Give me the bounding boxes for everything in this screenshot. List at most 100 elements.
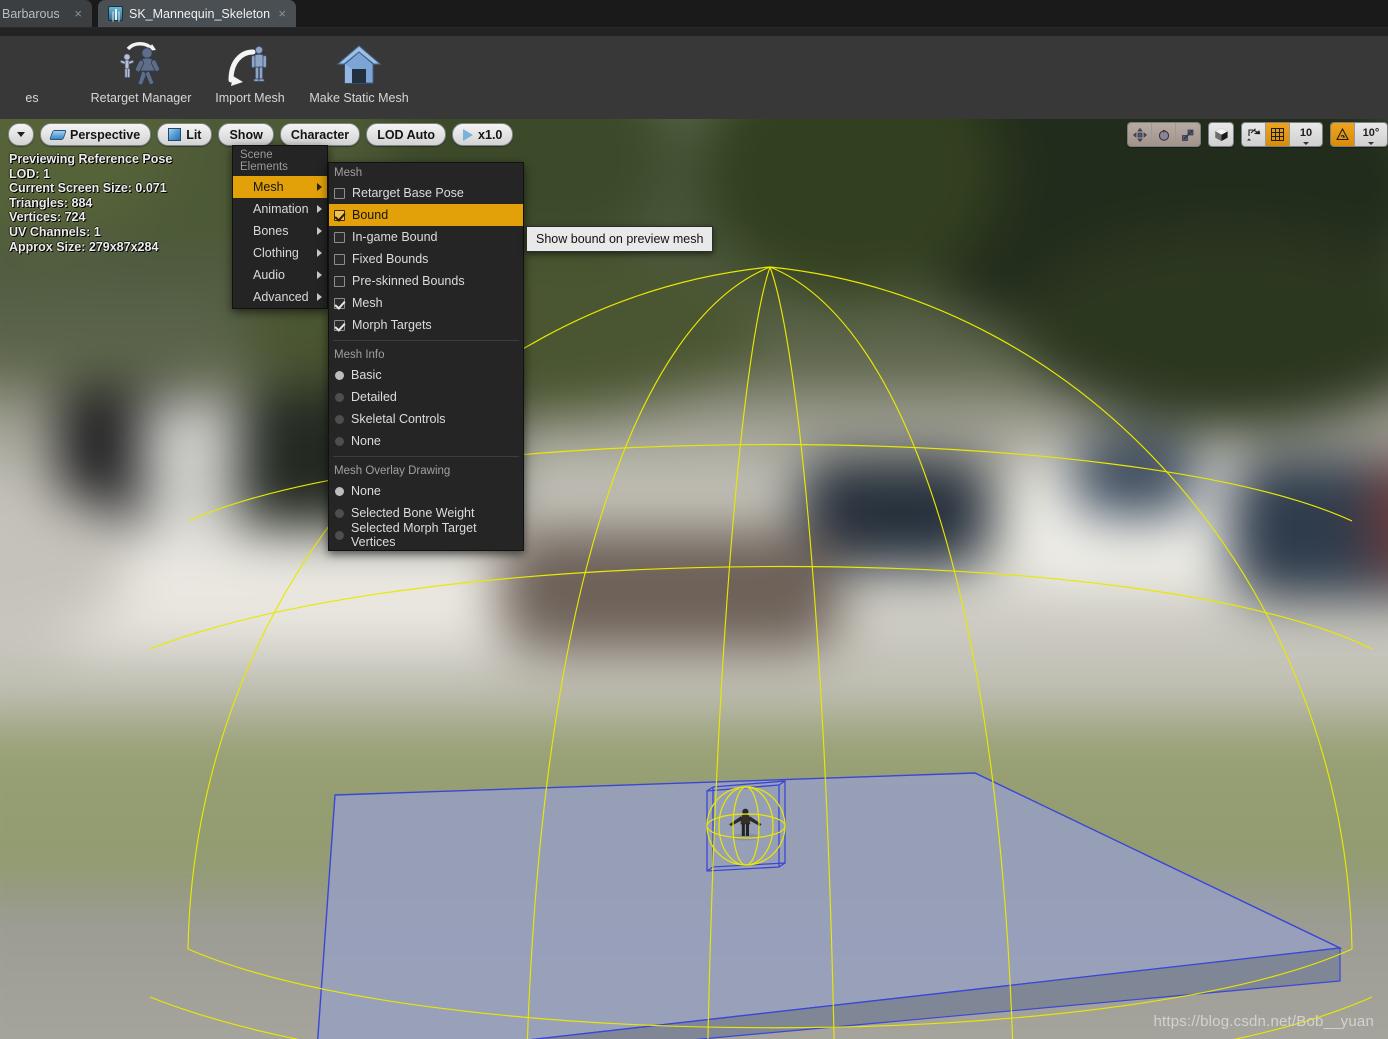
radio-label: Detailed (351, 390, 397, 404)
menu-separator (333, 340, 519, 341)
checkbox-icon (334, 275, 345, 287)
watermark-text: https://blog.csdn.net/Bob__yuan (1153, 1013, 1374, 1030)
main-toolbar: es Retarget Manager Import Mesh Make Sta… (0, 27, 1388, 119)
radio-mesh-info-skeletal-controls[interactable]: Skeletal Controls (329, 408, 523, 430)
chevron-right-icon (317, 227, 322, 235)
menu-item-animation[interactable]: Animation (233, 198, 327, 220)
tab-label: SK_Mannequin_Skeleton (129, 6, 271, 21)
toolbar-top-strip (0, 28, 1388, 36)
retarget-manager-icon (114, 40, 168, 88)
character-menu-button[interactable]: Character (279, 123, 361, 146)
checkbox-morph-targets[interactable]: Morph Targets (329, 314, 523, 336)
speed-label: x1.0 (478, 127, 503, 142)
checkbox-icon (334, 209, 345, 221)
chevron-down-icon (17, 132, 25, 137)
perspective-button[interactable]: Perspective (40, 123, 152, 146)
tab-sk-mannequin-skeleton[interactable]: SK_Mannequin_Skeleton × (98, 0, 296, 27)
surface-snap-icon[interactable] (1242, 123, 1266, 146)
menu-item-label: Audio (253, 268, 285, 282)
chevron-down-icon (1303, 142, 1309, 145)
viewport-toolbar: Perspective Lit Show Character LOD Auto … (8, 123, 514, 146)
import-mesh-icon (223, 40, 277, 88)
angle-snap-group: 10° (1330, 122, 1388, 147)
menu-item-bones[interactable]: Bones (233, 220, 327, 242)
radio-icon (335, 436, 344, 446)
radio-icon (335, 370, 344, 380)
radio-label: Selected Bone Weight (351, 506, 475, 520)
play-icon (463, 128, 474, 141)
menu-item-label: Mesh (253, 180, 284, 194)
coordinate-system-group (1208, 122, 1234, 147)
toolbar-item-label: Make Static Mesh (309, 91, 409, 105)
toolbar-item-import-mesh[interactable]: Import Mesh (200, 38, 300, 109)
checkbox-in-game-bound[interactable]: In-game Bound (329, 226, 523, 248)
angle-snap-icon[interactable] (1331, 123, 1355, 146)
menu-item-label: Advanced (253, 290, 309, 304)
rotate-gizmo-icon[interactable] (1152, 123, 1176, 146)
viewmode-lit-button[interactable]: Lit (157, 123, 213, 146)
menu-item-audio[interactable]: Audio (233, 264, 327, 286)
radio-icon (335, 486, 344, 496)
grid-size-dropdown[interactable]: 10 (1290, 123, 1322, 146)
radio-mesh-info-basic[interactable]: Basic (329, 364, 523, 386)
angle-size-value: 10° (1362, 126, 1380, 139)
checkbox-bound[interactable]: Bound (329, 204, 523, 226)
checkbox-label: In-game Bound (352, 230, 438, 244)
menu-section-header: Scene Elements (240, 149, 288, 173)
stat-line: Triangles: 884 (9, 195, 93, 210)
submenu-section-mesh: Mesh (334, 167, 363, 179)
checkbox-mesh[interactable]: Mesh (329, 292, 523, 314)
checkbox-label: Bound (352, 208, 389, 222)
grid-size-value: 10 (1299, 126, 1313, 139)
preview-scene (149, 266, 1373, 1039)
checkbox-label: Fixed Bounds (352, 252, 429, 266)
stat-line: UV Channels: 1 (9, 224, 101, 239)
translate-gizmo-icon[interactable] (1128, 123, 1152, 146)
menu-item-label: Bones (253, 224, 289, 238)
scale-gizmo-icon[interactable] (1176, 123, 1200, 146)
skeleton-icon (108, 6, 123, 21)
gizmo-mode-group (1127, 122, 1201, 147)
radio-mesh-info-none[interactable]: None (329, 430, 523, 452)
close-icon[interactable]: × (278, 6, 286, 21)
radio-label: None (351, 434, 381, 448)
preview-viewport[interactable]: Previewing Reference Pose LOD: 1 Current… (0, 119, 1388, 1039)
checkbox-fixed-bounds[interactable]: Fixed Bounds (329, 248, 523, 270)
show-menu-button[interactable]: Show (218, 123, 274, 146)
perspective-icon (49, 129, 67, 140)
radio-icon (335, 530, 344, 540)
radio-overlay-selected-morph-target-vertices[interactable]: Selected Morph Target Vertices (329, 521, 523, 549)
lod-menu-button[interactable]: LOD Auto (366, 123, 447, 146)
scene-elements-menu: Scene Elements Mesh Animation Bones Clot… (232, 145, 328, 309)
menu-item-advanced[interactable]: Advanced (233, 286, 327, 308)
checkbox-retarget-base-pose[interactable]: Retarget Base Pose (329, 182, 523, 204)
tab-barbarous[interactable]: Barbarous × (0, 0, 92, 27)
playback-speed-button[interactable]: x1.0 (452, 123, 514, 146)
unreal-skeleton-editor-window: Barbarous × SK_Mannequin_Skeleton × es R… (0, 0, 1388, 1039)
tab-bar: Barbarous × SK_Mannequin_Skeleton × (0, 0, 1388, 27)
radio-icon (335, 414, 344, 424)
radio-overlay-none[interactable]: None (329, 480, 523, 502)
menu-item-mesh[interactable]: Mesh (233, 176, 327, 198)
radio-icon (335, 508, 344, 518)
snap-group: 10 (1241, 122, 1323, 147)
menu-item-clothing[interactable]: Clothing (233, 242, 327, 264)
viewport-options-button[interactable] (8, 123, 34, 146)
chevron-right-icon (317, 293, 322, 301)
toolbar-item-partial[interactable]: es (0, 38, 82, 109)
toolbar-item-label: Retarget Manager (90, 91, 192, 105)
checkbox-label: Morph Targets (352, 318, 432, 332)
grid-snap-icon[interactable] (1266, 123, 1290, 146)
checkbox-pre-skinned-bounds[interactable]: Pre-skinned Bounds (329, 270, 523, 292)
close-icon[interactable]: × (74, 6, 82, 21)
radio-mesh-info-detailed[interactable]: Detailed (329, 386, 523, 408)
cube-icon (168, 128, 182, 141)
menu-item-label: Clothing (253, 246, 299, 260)
checkbox-label: Mesh (352, 296, 383, 310)
make-static-mesh-icon (332, 40, 386, 88)
toolbar-item-retarget-manager[interactable]: Retarget Manager (82, 38, 200, 109)
checkbox-icon (334, 253, 345, 265)
angle-size-dropdown[interactable]: 10° (1355, 123, 1387, 146)
world-coordinate-icon[interactable] (1209, 123, 1233, 146)
toolbar-item-make-static-mesh[interactable]: Make Static Mesh (300, 38, 418, 109)
